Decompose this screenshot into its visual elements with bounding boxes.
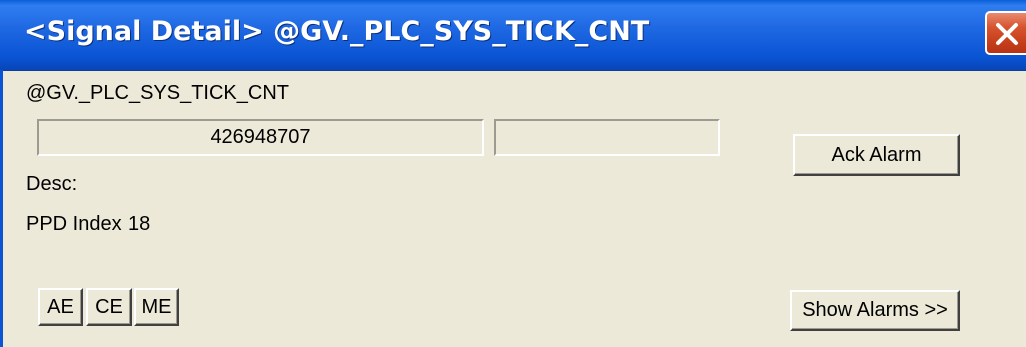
ack-alarm-button[interactable]: Ack Alarm — [793, 134, 960, 176]
ce-button[interactable]: CE — [86, 288, 132, 326]
desc-label: Desc: — [26, 173, 78, 195]
window-title: <Signal Detail> @GV._PLC_SYS_TICK_CNT — [24, 16, 650, 47]
me-button[interactable]: ME — [134, 288, 179, 326]
ppd-index-value: 18 — [128, 213, 151, 235]
signal-detail-window: <Signal Detail> @GV._PLC_SYS_TICK_CNT @G… — [0, 0, 1026, 347]
close-button[interactable] — [985, 11, 1026, 55]
show-alarms-button[interactable]: Show Alarms >> — [790, 290, 960, 331]
signal-secondary-field — [494, 119, 720, 156]
signal-value-field: 426948707 — [37, 119, 484, 156]
ppd-index-label: PPD Index — [26, 213, 122, 235]
ae-button[interactable]: AE — [38, 288, 83, 326]
signal-name-label: @GV._PLC_SYS_TICK_CNT — [26, 82, 289, 104]
close-icon — [996, 23, 1018, 45]
window-frame — [0, 70, 3, 347]
title-bar[interactable]: <Signal Detail> @GV._PLC_SYS_TICK_CNT — [0, 0, 1026, 71]
